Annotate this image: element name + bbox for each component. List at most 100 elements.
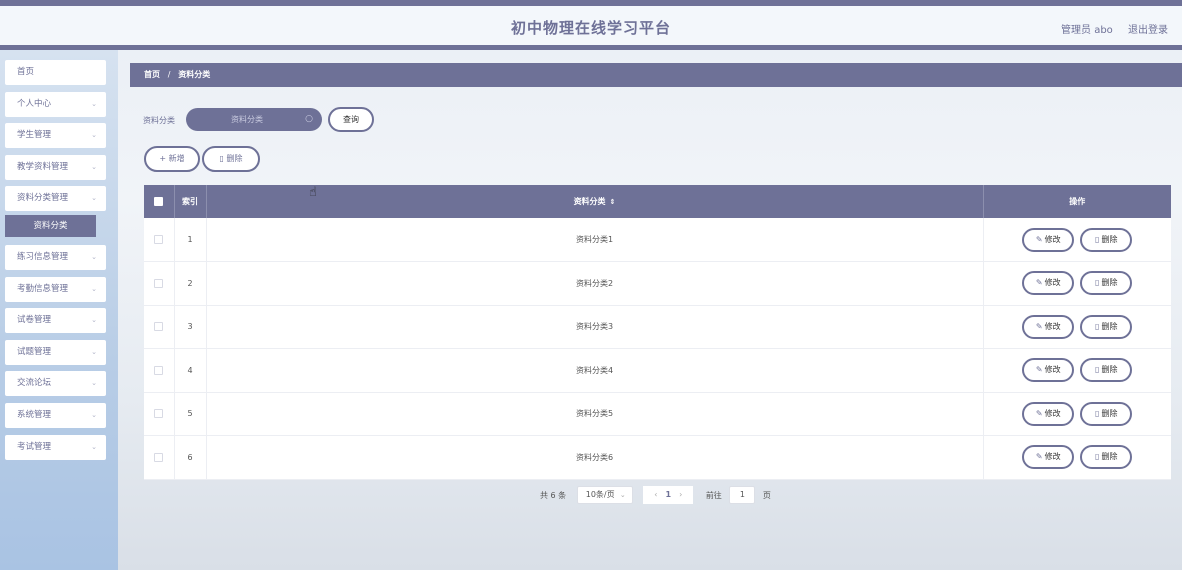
table-row: 1 资料分类1 ✎ 修改 ▯ 删除 — [144, 218, 1171, 262]
sidebar-subitem-material-category[interactable]: 资料分类 — [5, 214, 96, 237]
delete-button-label: 删除 — [1101, 234, 1118, 244]
sidebar-item-attendance[interactable]: 考勤信息管理 ⌄ — [5, 276, 106, 302]
trash-icon: ▯ — [1095, 234, 1100, 244]
breadcrumb-home[interactable]: 首页 — [144, 70, 160, 79]
edit-button-label: 修改 — [1044, 278, 1061, 288]
row-checkbox[interactable] — [154, 322, 164, 332]
row-checkbox[interactable] — [154, 365, 164, 375]
table-row: 4 资料分类4 ✎ 修改 ▯ 删除 — [144, 348, 1171, 393]
sidebar-item-student-management[interactable]: 学生管理 ⌄ — [5, 123, 106, 149]
edit-button[interactable]: ✎ 修改 — [1022, 358, 1075, 383]
query-button[interactable]: 查询 — [328, 107, 374, 132]
data-table: 索引 资料分类 ⇕ 操作 1 资料分类1 ✎ 修改 ▯ 删除 2 资料分类2 ✎… — [144, 185, 1171, 480]
site-title: 初中物理在线学习平台 — [510, 19, 671, 37]
sort-icon[interactable]: ⇕ — [610, 198, 616, 206]
chevron-down-icon: ⌄ — [91, 442, 97, 451]
current-page[interactable]: 1 — [665, 490, 671, 499]
goto-page-input[interactable]: 1 — [729, 486, 756, 504]
row-checkbox[interactable] — [154, 235, 164, 244]
row-checkbox-cell — [144, 261, 175, 305]
sidebar: 首页 个人中心 ⌄ 学生管理 ⌄ 教学资料管理 ⌄ 资料分类管理 ⌄ 资料分类 … — [0, 50, 118, 570]
edit-button-label: 修改 — [1044, 321, 1061, 331]
delete-button-label: 删除 — [1101, 408, 1118, 418]
column-header-ops: 操作 — [1069, 197, 1086, 206]
edit-icon: ✎ — [1035, 278, 1043, 288]
edit-button[interactable]: ✎ 修改 — [1022, 445, 1075, 470]
delete-button[interactable]: ▯ 删除 — [1080, 358, 1133, 383]
row-ops: ✎ 修改 ▯ 删除 — [983, 436, 1171, 480]
sidebar-item-home[interactable]: 首页 — [5, 60, 106, 85]
next-page-icon[interactable]: › — [679, 490, 682, 499]
page-nav: ‹ 1 › — [643, 486, 694, 504]
trash-icon: ▯ — [1095, 365, 1100, 375]
prev-page-icon[interactable]: ‹ — [654, 490, 657, 499]
row-ops: ✎ 修改 ▯ 删除 — [983, 392, 1171, 436]
row-ops: ✎ 修改 ▯ 删除 — [983, 218, 1171, 262]
table-row: 2 资料分类2 ✎ 修改 ▯ 删除 — [144, 261, 1171, 305]
chevron-down-icon: ⌄ — [91, 131, 97, 140]
delete-button[interactable]: ▯ 删除 — [1080, 401, 1133, 426]
row-checkbox-cell — [144, 218, 175, 262]
sidebar-item-label: 考勤信息管理 — [17, 283, 69, 294]
row-checkbox-cell — [144, 305, 175, 349]
sidebar-item-personal-center[interactable]: 个人中心 ⌄ — [5, 91, 106, 117]
sidebar-item-system[interactable]: 系统管理 ⌄ — [5, 402, 106, 428]
row-category: 资料分类6 — [206, 435, 984, 479]
sidebar-item-questions[interactable]: 试题管理 ⌄ — [5, 339, 106, 365]
row-index: 5 — [174, 392, 207, 436]
delete-button[interactable]: ▯ 删除 — [1080, 271, 1133, 296]
row-checkbox-cell — [144, 392, 175, 436]
row-checkbox[interactable] — [154, 409, 164, 419]
page-size-select[interactable]: 10条/页 ⌄ — [576, 486, 633, 504]
edit-button[interactable]: ✎ 修改 — [1022, 271, 1075, 296]
delete-button-label: 删除 — [1101, 452, 1118, 462]
row-category: 资料分类3 — [206, 305, 984, 349]
row-index: 4 — [174, 348, 207, 392]
delete-button-label: 删除 — [1101, 321, 1118, 331]
chevron-down-icon: ⌄ — [619, 491, 626, 499]
select-all-checkbox[interactable] — [154, 197, 164, 206]
edit-button-label: 修改 — [1044, 365, 1061, 375]
edit-button[interactable]: ✎ 修改 — [1022, 227, 1075, 252]
edit-icon: ✎ — [1035, 365, 1043, 375]
row-category: 资料分类2 — [206, 261, 984, 305]
page-size-value: 10条/页 — [585, 490, 615, 499]
sidebar-item-forum[interactable]: 交流论坛 ⌄ — [5, 371, 106, 397]
row-index: 6 — [174, 435, 207, 479]
delete-button[interactable]: ▯ 删除 — [1080, 314, 1133, 339]
chevron-down-icon: ⌄ — [91, 99, 97, 108]
sidebar-item-practice-info[interactable]: 练习信息管理 ⌄ — [5, 244, 106, 270]
row-ops: ✎ 修改 ▯ 删除 — [983, 349, 1171, 393]
chevron-down-icon: ⌄ — [91, 284, 97, 293]
table-row: 5 资料分类5 ✎ 修改 ▯ 删除 — [144, 392, 1171, 436]
delete-button[interactable]: ▯ 删除 — [1080, 227, 1133, 252]
sidebar-item-exam-papers[interactable]: 试卷管理 ⌄ — [5, 308, 106, 334]
chevron-down-icon: ⌄ — [91, 194, 97, 203]
edit-button[interactable]: ✎ 修改 — [1022, 314, 1075, 339]
sidebar-item-exam-management[interactable]: 考试管理 ⌄ — [5, 434, 106, 460]
add-button[interactable]: + 新增 — [144, 146, 200, 172]
edit-button[interactable]: ✎ 修改 — [1022, 401, 1075, 426]
sidebar-item-label: 考试管理 — [17, 441, 52, 452]
delete-button[interactable]: ▯ 删除 — [1080, 445, 1133, 470]
edit-button-label: 修改 — [1044, 408, 1061, 418]
search-input[interactable]: 资料分类 ○ — [186, 108, 322, 131]
row-checkbox[interactable] — [154, 278, 164, 288]
page-unit-label: 页 — [762, 490, 771, 500]
edit-button-label: 修改 — [1044, 452, 1061, 462]
pagination-total: 共 6 条 — [540, 490, 567, 500]
chevron-down-icon: ⌄ — [91, 252, 97, 261]
row-category: 资料分类4 — [206, 348, 984, 392]
batch-delete-button[interactable]: ▯ 删除 — [202, 146, 260, 172]
row-checkbox[interactable] — [154, 452, 164, 462]
row-category: 资料分类1 — [206, 218, 984, 262]
logout-link[interactable]: 退出登录 — [1128, 25, 1168, 36]
trash-icon: ▯ — [1095, 278, 1100, 288]
chevron-down-icon: ⌄ — [91, 347, 97, 356]
sidebar-item-label: 试卷管理 — [17, 315, 52, 326]
column-header-category[interactable]: 资料分类 ⇕ — [206, 185, 984, 218]
table-row: 6 资料分类6 ✎ 修改 ▯ 删除 — [144, 435, 1171, 480]
sidebar-item-label: 教学资料管理 — [17, 161, 69, 172]
sidebar-item-teaching-materials[interactable]: 教学资料管理 ⌄ — [5, 154, 106, 180]
sidebar-item-material-category[interactable]: 资料分类管理 ⌄ — [5, 186, 106, 212]
